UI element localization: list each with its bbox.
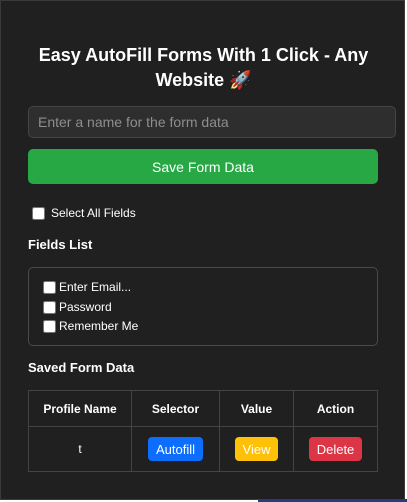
fields-list: Enter Email... Password Remember Me	[28, 267, 378, 346]
saved-form-data-table: Profile Name Selector Value Action t Aut…	[28, 390, 378, 472]
field-label: Password	[59, 300, 112, 314]
column-header-action: Action	[293, 390, 378, 427]
column-header-profile-name: Profile Name	[28, 390, 132, 427]
value-cell: View	[219, 426, 294, 472]
action-cell: Delete	[293, 426, 378, 472]
extension-popup: Easy AutoFill Forms With 1 Click - Any W…	[0, 0, 405, 500]
select-all-fields[interactable]: Select All Fields	[32, 206, 136, 220]
field-label: Enter Email...	[59, 280, 132, 294]
field-item-remember-me[interactable]: Remember Me	[43, 319, 138, 333]
field-checkbox-email[interactable]	[43, 280, 56, 294]
table-row: t Autofill View Delete	[28, 426, 378, 472]
field-checkbox-password[interactable]	[43, 300, 56, 314]
page-title: Easy AutoFill Forms With 1 Click - Any W…	[38, 45, 369, 90]
select-all-checkbox[interactable]	[32, 206, 45, 220]
view-button[interactable]: View	[234, 437, 279, 461]
field-item-password[interactable]: Password	[43, 300, 112, 314]
field-item-email[interactable]: Enter Email...	[43, 280, 131, 294]
autofill-button[interactable]: Autofill	[147, 437, 204, 461]
column-header-selector: Selector	[131, 390, 220, 427]
selector-cell: Autofill	[131, 426, 220, 472]
saved-form-data-heading: Saved Form Data	[28, 360, 135, 375]
field-label: Remember Me	[59, 319, 139, 333]
delete-button[interactable]: Delete	[308, 437, 363, 461]
field-checkbox-remember-me[interactable]	[43, 319, 56, 333]
form-name-input[interactable]	[28, 106, 396, 138]
profile-name-cell: t	[28, 426, 132, 472]
column-header-value: Value	[219, 390, 294, 427]
save-form-data-button[interactable]: Save Form Data	[28, 149, 378, 184]
fields-list-heading: Fields List	[28, 237, 93, 252]
table-header-row: Profile Name Selector Value Action	[28, 390, 378, 427]
select-all-label: Select All Fields	[51, 206, 136, 220]
